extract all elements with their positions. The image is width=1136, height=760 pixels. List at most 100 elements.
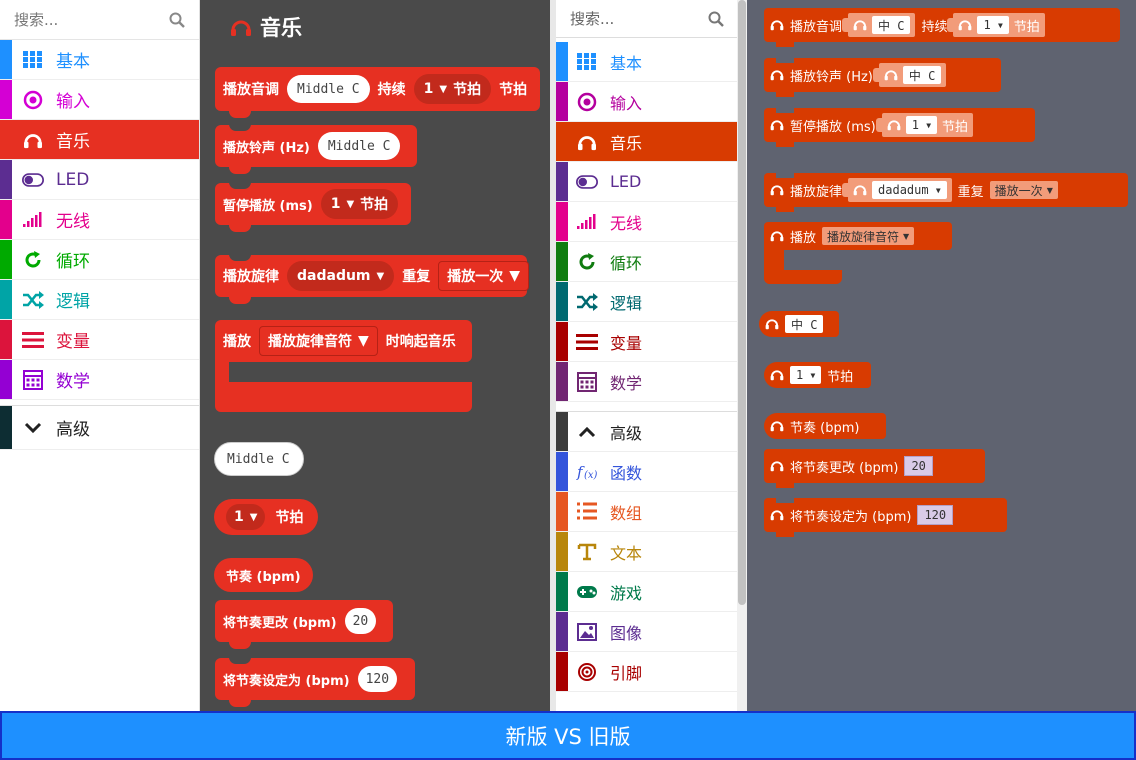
beat-slot[interactable]: 1 ▼ 节拍 (947, 13, 1045, 37)
category-label: 输入 (56, 92, 90, 112)
melody-slot[interactable]: dadadum ▼ (842, 178, 952, 202)
category-label: 逻辑 (56, 292, 90, 312)
category-refresh[interactable]: 循环 (556, 242, 738, 282)
dropdown-arrow-icon: ▼ (926, 120, 932, 130)
repeat-dropdown[interactable]: 播放一次 ▼ (438, 261, 529, 291)
dropdown-arrow-icon: ▼ (358, 333, 369, 349)
rest-block[interactable]: 暂停播放 (ms) 1 ▼ 节拍 (215, 182, 411, 232)
category-calculator[interactable]: 数学 (556, 362, 738, 402)
note-field[interactable]: Middle C (287, 75, 370, 103)
category-label: 高级 (56, 420, 90, 440)
melody-dropdown[interactable]: dadadum ▼ (872, 181, 947, 199)
category-function[interactable]: f (x) 函数 (556, 452, 738, 492)
ring-tone-block[interactable]: 播放铃声 (Hz) 中 C (764, 58, 1001, 97)
category-advanced[interactable]: 高级 (556, 412, 738, 452)
start-melody-block[interactable]: 播放旋律 dadadum ▼ 重复 播放一次 ▼ (764, 173, 1128, 212)
search-icon[interactable] (169, 12, 185, 28)
category-gamepad[interactable]: 游戏 (556, 572, 738, 612)
on-music-event-block[interactable]: 播放 播放旋律音符 ▼ 时响起音乐 (215, 320, 472, 412)
tempo-block[interactable]: 节奏 (bpm) (214, 558, 313, 592)
tempo-number-field[interactable]: 120 (357, 666, 398, 692)
category-radio-target[interactable]: 输入 (556, 82, 738, 122)
set-tempo-block[interactable]: 将节奏设定为 (bpm) 120 (215, 657, 415, 707)
category-label: 循环 (56, 252, 90, 272)
category-pin-target[interactable]: 引脚 (556, 652, 738, 692)
beat-value-block[interactable]: 1 ▼ 节拍 (764, 362, 871, 388)
beat-value-block[interactable]: 1 ▼ 节拍 (214, 499, 318, 535)
beat-slot[interactable]: 1 ▼ 节拍 (875, 113, 974, 137)
category-color-bar (0, 320, 12, 359)
on-music-event-block[interactable]: 播放 播放旋律音符 ▼ (764, 222, 952, 284)
change-tempo-block[interactable]: 将节奏更改 (bpm) 20 (215, 600, 393, 649)
beat-dropdown[interactable]: 1 ▼ 节拍 (413, 74, 492, 104)
dropdown-arrow-icon: ▼ (903, 231, 910, 241)
tempo-number-field[interactable]: 20 (904, 456, 933, 476)
headphones-icon (770, 229, 784, 243)
dropdown-arrow-icon: ▼ (810, 370, 816, 380)
event-dropdown[interactable]: 播放旋律音符 ▼ (822, 227, 915, 245)
repeat-value: 播放一次 (447, 269, 504, 285)
headphones-icon (884, 68, 898, 82)
category-headphones[interactable]: 音乐 (556, 122, 738, 162)
old-editor-music-flyout: 播放音调 中 C 持续 1 ▼ 节拍 播放铃声 (Hz) 中 C 暂停播放 (ms… (747, 0, 1136, 712)
toolbox-search[interactable]: 搜索... (0, 0, 199, 40)
category-radio-target[interactable]: 输入 (0, 80, 199, 120)
block-text: 暂停播放 (ms) (790, 119, 876, 135)
note-field[interactable]: Middle C (317, 132, 401, 160)
chevron-down-icon (22, 422, 44, 434)
beat-dropdown[interactable]: 1 ▼ 节拍 (320, 189, 399, 219)
start-melody-block[interactable]: 播放旋律 dadadum ▼ 重复 播放一次 ▼ (215, 254, 529, 304)
category-color-bar (556, 362, 568, 401)
category-headphones[interactable]: 音乐 (0, 120, 199, 160)
category-image[interactable]: 图像 (556, 612, 738, 652)
beat-dropdown[interactable]: 1 ▼ (905, 116, 938, 134)
category-list-lines[interactable]: 变量 (556, 322, 738, 362)
beat-dropdown[interactable]: 1 ▼ (790, 366, 822, 384)
note-value-block[interactable]: 中 C (759, 311, 839, 337)
category-grid[interactable]: 基本 (556, 42, 738, 82)
category-signal-bars[interactable]: 无线 (556, 202, 738, 242)
category-grid[interactable]: 基本 (0, 40, 199, 80)
block-text: 节奏 (bpm) (226, 569, 301, 585)
tempo-block[interactable]: 节奏 (bpm) (764, 413, 886, 439)
toolbox-search[interactable]: 搜索... (556, 0, 738, 38)
event-dropdown[interactable]: 播放旋律音符 ▼ (259, 326, 378, 356)
category-array[interactable]: 数组 (556, 492, 738, 532)
headphones-icon (770, 419, 784, 433)
category-text-t[interactable]: 文本 (556, 532, 738, 572)
category-shuffle[interactable]: 逻辑 (556, 282, 738, 322)
play-tone-block[interactable]: 播放音调 中 C 持续 1 ▼ 节拍 (764, 8, 1120, 47)
category-list-lines[interactable]: 变量 (0, 320, 199, 360)
note-value: 中 C (785, 315, 824, 333)
beat-dropdown[interactable]: 1 ▼ (226, 504, 266, 530)
note-slot[interactable]: 中 C (841, 13, 916, 37)
rest-block[interactable]: 暂停播放 (ms) 1 ▼ 节拍 (764, 108, 1035, 147)
search-icon[interactable] (708, 11, 724, 27)
category-calculator[interactable]: 数学 (0, 360, 199, 400)
beat-dropdown[interactable]: 1 ▼ (977, 16, 1009, 34)
category-shuffle[interactable]: 逻辑 (0, 280, 199, 320)
note-slot[interactable]: 中 C (872, 63, 947, 87)
search-placeholder: 搜索... (14, 11, 59, 29)
change-tempo-block[interactable]: 将节奏更改 (bpm) 20 (764, 449, 985, 488)
melody-dropdown[interactable]: dadadum ▼ (287, 261, 395, 291)
category-refresh[interactable]: 循环 (0, 240, 199, 280)
ring-tone-block[interactable]: 播放铃声 (Hz) Middle C (215, 124, 417, 174)
note-value-block[interactable]: Middle C (214, 442, 304, 476)
repeat-dropdown[interactable]: 播放一次 ▼ (989, 181, 1058, 199)
tempo-number-field[interactable]: 20 (344, 608, 377, 634)
category-toggle[interactable]: LED (0, 160, 199, 200)
category-label: 基本 (56, 52, 90, 72)
scrollbar-thumb[interactable] (738, 0, 746, 605)
headphones-icon (22, 131, 44, 149)
set-tempo-block[interactable]: 将节奏设定为 (bpm) 120 (764, 498, 1007, 537)
category-color-bar (556, 452, 568, 491)
category-color-bar (556, 162, 568, 201)
category-toggle[interactable]: LED (556, 162, 738, 202)
text-t-icon (576, 542, 598, 562)
category-advanced[interactable]: 高级 (0, 406, 199, 450)
toolbox-scrollbar[interactable] (737, 0, 747, 712)
category-signal-bars[interactable]: 无线 (0, 200, 199, 240)
play-tone-block[interactable]: 播放音调 Middle C 持续 1 ▼ 节拍 节拍 (215, 67, 540, 118)
tempo-number-field[interactable]: 120 (917, 505, 954, 525)
